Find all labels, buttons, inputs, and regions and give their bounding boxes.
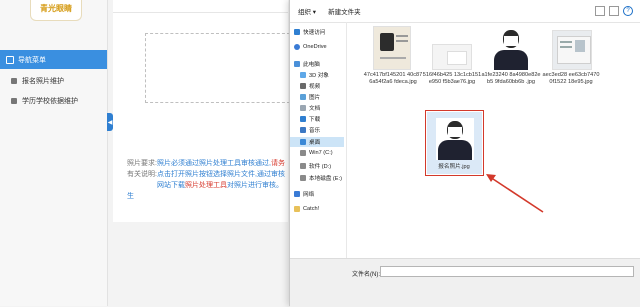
organize-button[interactable]: 组织 ▾ bbox=[298, 6, 316, 16]
dialog-footer: 文件名(N): bbox=[290, 258, 640, 307]
drive-icon bbox=[300, 175, 306, 181]
sidebar-item-nav-menu[interactable]: 导航菜单 bbox=[0, 50, 107, 69]
chevron-left-icon: ◀ bbox=[107, 119, 113, 126]
computer-icon bbox=[294, 61, 300, 67]
photo-icon bbox=[11, 78, 17, 84]
sidebar: 青光眼睛 导航菜单 报名照片维护 学历学校依据维护 bbox=[0, 0, 108, 306]
network-icon bbox=[294, 191, 300, 197]
content-header bbox=[113, 0, 288, 13]
requirements-text: 照片必须通过照片处理工具审核通过, bbox=[157, 160, 271, 167]
navigation-pane: 快速访问 OneDrive 此电脑 3D 对象 视频 图片 文档 下载 音乐 桌… bbox=[290, 22, 347, 258]
annotation-arrow bbox=[486, 174, 544, 213]
nav-downloads[interactable]: 下载 bbox=[300, 115, 320, 123]
nav-videos[interactable]: 视频 bbox=[300, 82, 320, 90]
view-options-icon[interactable] bbox=[595, 6, 605, 16]
nav-drive-d[interactable]: 软件 (D:) bbox=[300, 162, 331, 170]
requirements-block: 照片要求:照片必须通过照片处理工具审核通过,请务 有关说明:点击打开照片按钮选择… bbox=[127, 158, 288, 202]
folder-icon bbox=[294, 206, 300, 212]
menu-icon bbox=[6, 55, 14, 64]
nav-desktop[interactable]: 桌面 bbox=[290, 137, 344, 147]
description-label: 有关说明: bbox=[127, 171, 157, 178]
logo-text: 青光眼睛 bbox=[40, 4, 72, 13]
video-icon bbox=[300, 83, 306, 89]
document-icon bbox=[300, 105, 306, 111]
desktop-icon bbox=[300, 139, 306, 145]
filename-label: 文件名(N): bbox=[352, 272, 380, 278]
filename-input[interactable] bbox=[380, 266, 634, 277]
drive-icon bbox=[300, 150, 306, 156]
logo: 青光眼睛 bbox=[30, 0, 82, 21]
help-icon[interactable]: ? bbox=[623, 6, 633, 16]
star-icon bbox=[294, 29, 300, 35]
sidebar-item-school-maintenance[interactable]: 学历学校依据维护 bbox=[0, 92, 107, 110]
description-text: 点击打开照片按钮选择照片文件,通过审核 bbox=[157, 171, 285, 178]
preview-pane-icon[interactable] bbox=[609, 6, 619, 16]
sidebar-item-label: 导航菜单 bbox=[18, 56, 46, 64]
nav-drive-e[interactable]: 本地磁盘 (E:) bbox=[300, 174, 342, 182]
drive-icon bbox=[300, 163, 306, 169]
nav-network[interactable]: 网络 bbox=[294, 190, 314, 198]
school-icon bbox=[11, 98, 17, 104]
file-list: 47c417bf145201 40c876a54f2a6 fdeca.jpg 5… bbox=[347, 22, 640, 258]
requirements-label: 照片要求: bbox=[127, 160, 157, 167]
nav-music[interactable]: 音乐 bbox=[300, 126, 320, 134]
nav-catch-folder[interactable]: Catch! bbox=[294, 206, 319, 212]
music-icon bbox=[300, 127, 306, 133]
cloud-icon bbox=[294, 44, 300, 50]
new-folder-button[interactable]: 新建文件夹 bbox=[328, 6, 361, 16]
nav-quick-access[interactable]: 快速访问 bbox=[294, 28, 325, 36]
cube-icon bbox=[300, 72, 306, 78]
nav-onedrive[interactable]: OneDrive bbox=[294, 44, 327, 50]
requirements-warning: 请务 bbox=[270, 160, 285, 167]
file-open-dialog: 组织 ▾ 新建文件夹 ? 快速访问 OneDrive 此电脑 3D 对象 视频 … bbox=[289, 0, 640, 307]
nav-drive-c[interactable]: Win7 (C:) bbox=[300, 150, 333, 156]
photo-tool-link[interactable]: 照片处理工具 bbox=[185, 182, 227, 189]
main-content: 照片要求:照片必须通过照片处理工具审核通过,请务 有关说明:点击打开照片按钮选择… bbox=[113, 0, 290, 222]
sidebar-item-label: 学历学校依据维护 bbox=[22, 98, 78, 105]
description-text-2a: 网站下载 bbox=[157, 182, 185, 189]
picture-icon bbox=[300, 94, 306, 100]
download-icon bbox=[300, 116, 306, 122]
nav-this-pc[interactable]: 此电脑 bbox=[294, 60, 320, 68]
nav-3d-objects[interactable]: 3D 对象 bbox=[300, 71, 329, 79]
sidebar-item-photo-maintenance[interactable]: 报名照片维护 bbox=[0, 72, 107, 90]
sidebar-item-label: 报名照片维护 bbox=[22, 78, 64, 85]
dialog-toolbar: 组织 ▾ 新建文件夹 ? bbox=[290, 0, 640, 23]
photo-upload-area[interactable] bbox=[145, 33, 290, 103]
nav-pictures[interactable]: 图片 bbox=[300, 93, 320, 101]
nav-documents[interactable]: 文档 bbox=[300, 104, 320, 112]
